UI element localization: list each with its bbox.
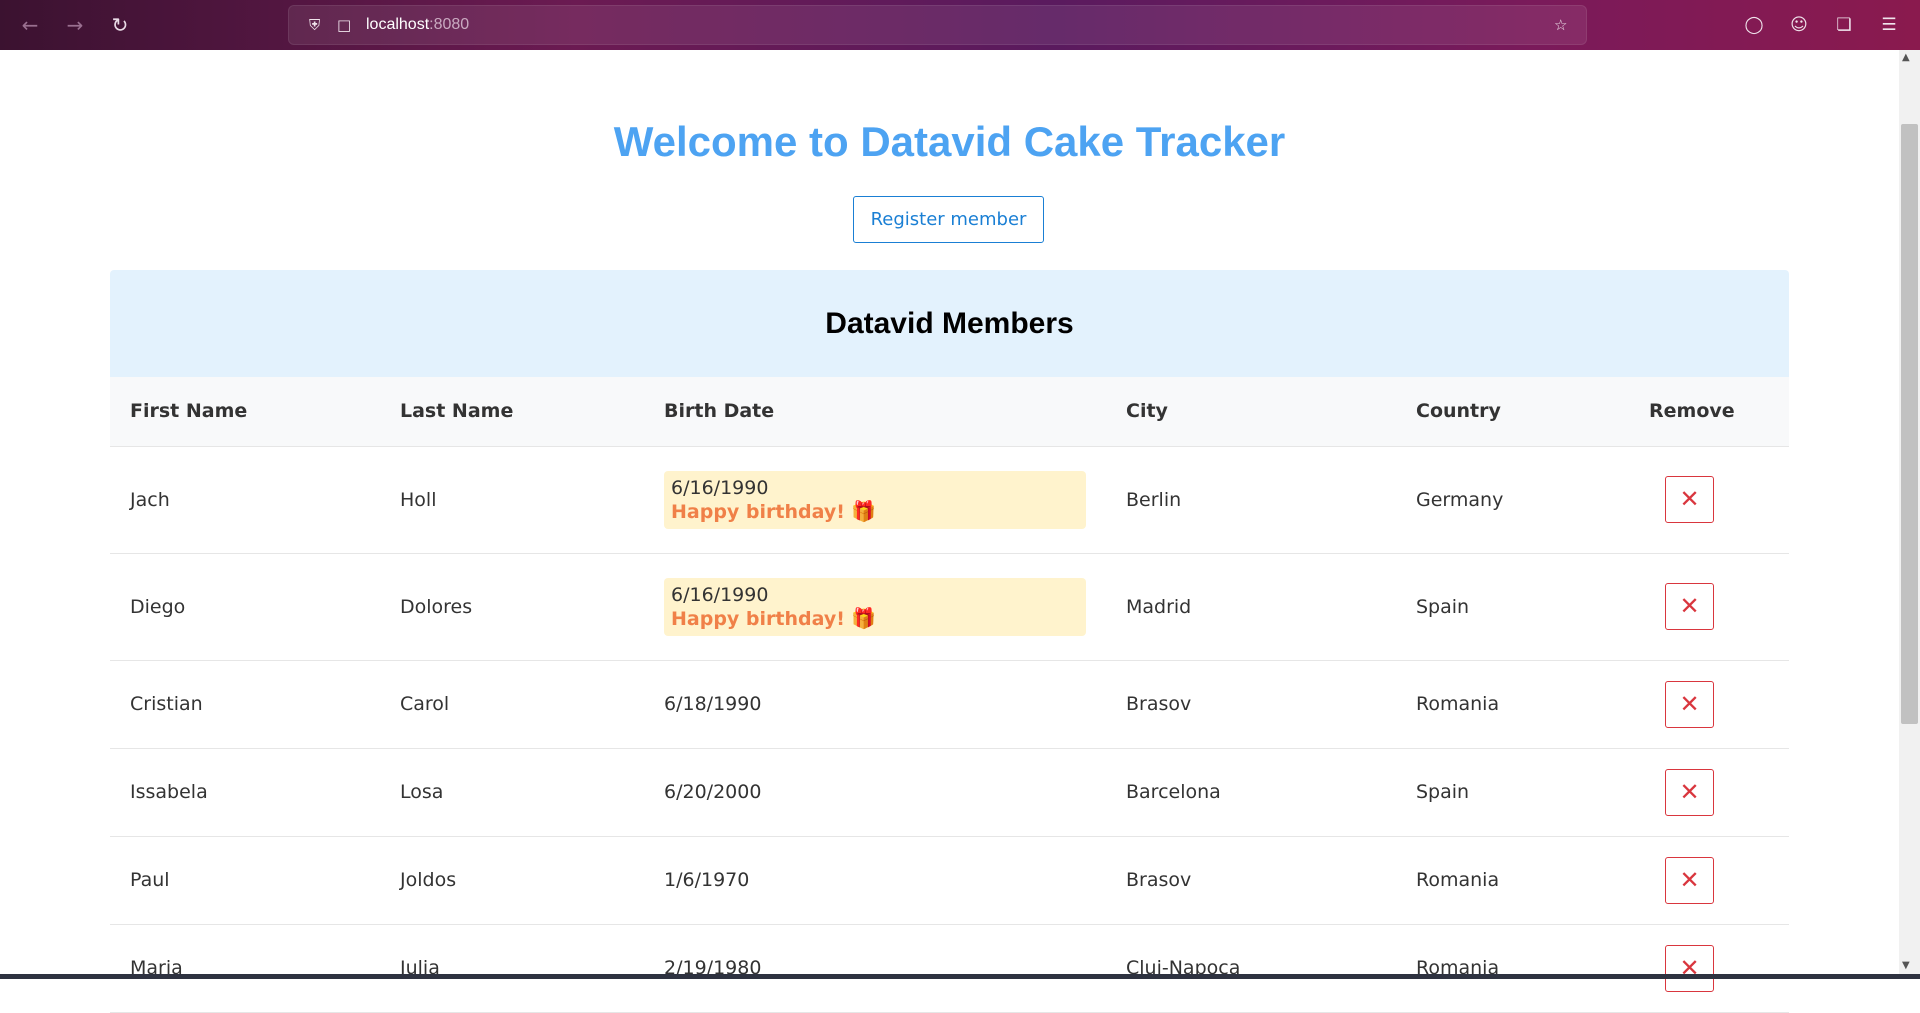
header-first-name: First Name (110, 377, 380, 447)
url-host: localhost (366, 16, 430, 33)
cell-remove: ✕ (1629, 446, 1789, 554)
cell-last-name: Julia (380, 924, 644, 1013)
remove-button[interactable]: ✕ (1665, 476, 1714, 523)
cell-first-name: Diego (110, 553, 380, 661)
close-icon: ✕ (1679, 866, 1700, 894)
cell-first-name: Issabela (110, 748, 380, 837)
extensions-icon[interactable]: ❏ (1831, 12, 1857, 38)
url-port: :8080 (429, 16, 470, 33)
reload-icon[interactable]: ↻ (105, 10, 135, 40)
cell-first-name: Paul (110, 836, 380, 925)
scrollbar-thumb[interactable] (1901, 124, 1918, 724)
cell-remove: ✕ (1629, 924, 1789, 1013)
remove-button[interactable]: ✕ (1665, 856, 1714, 904)
browser-toolbar: ← → ↻ ⛨ □ localhost:8080 ☆ ◯ ☺ ❏ ☰ (0, 0, 1920, 50)
cell-last-name: Carol (380, 660, 644, 749)
cell-city: Cluj-Napoca (1106, 924, 1396, 1013)
table-row: Cristian Carol 6/18/1990 Brasov Romania … (110, 660, 1789, 749)
cell-city: Madrid (1106, 553, 1396, 661)
shield-icon[interactable]: ⛨ (309, 16, 320, 34)
table-row: Jach Holl 6/16/1990 Happy birthday! 🎁 Be… (110, 446, 1789, 554)
header-birth-date: Birth Date (644, 377, 1106, 447)
table-row: Maria Julia 2/19/1980 Cluj-Napoca Romani… (110, 924, 1789, 1013)
birthday-message: Happy birthday! (671, 500, 845, 523)
bookmark-star-icon[interactable]: ☆ (1554, 16, 1567, 34)
header-last-name: Last Name (380, 377, 644, 447)
cell-country: Romania (1396, 836, 1629, 925)
table-row: Diego Dolores 6/16/1990 Happy birthday! … (110, 553, 1789, 661)
cell-country: Romania (1396, 660, 1629, 749)
cell-city: Berlin (1106, 446, 1396, 554)
scroll-down-arrow-icon[interactable]: ▼ (1902, 960, 1910, 971)
cell-city: Barcelona (1106, 748, 1396, 837)
birthday-highlight: 6/16/1990 Happy birthday! 🎁 (664, 470, 1086, 529)
back-arrow-icon[interactable]: ← (15, 10, 45, 40)
gift-icon: 🎁 (850, 605, 876, 630)
page-info-icon[interactable]: □ (337, 16, 351, 34)
members-section-header: Datavid Members (110, 270, 1789, 377)
cell-first-name: Jach (110, 446, 380, 554)
remove-button[interactable]: ✕ (1665, 944, 1714, 992)
cell-birth-date: 6/16/1990 Happy birthday! 🎁 (644, 446, 1106, 554)
gift-icon: 🎁 (850, 498, 876, 523)
close-icon: ✕ (1679, 778, 1700, 806)
table-row: Issabela Losa 6/20/2000 Barcelona Spain … (110, 748, 1789, 837)
header-city: City (1106, 377, 1396, 447)
cell-birth-date: 6/20/2000 (644, 748, 1106, 837)
remove-button[interactable]: ✕ (1665, 768, 1714, 816)
os-taskbar (0, 974, 1920, 979)
section-title: Datavid Members (825, 306, 1074, 340)
cell-last-name: Holl (380, 446, 644, 554)
cell-birth-date: 6/18/1990 (644, 660, 1106, 749)
cell-country: Spain (1396, 748, 1629, 837)
cell-remove: ✕ (1629, 836, 1789, 925)
cell-birth-date: 1/6/1970 (644, 836, 1106, 925)
members-table: First Name Last Name Birth Date City Cou… (110, 377, 1789, 1013)
header-remove: Remove (1629, 377, 1789, 447)
birth-date-value: 6/16/1990 (671, 476, 769, 499)
cell-country: Romania (1396, 924, 1629, 1013)
url-text[interactable]: localhost:8080 (366, 16, 469, 34)
birthday-message: Happy birthday! (671, 607, 845, 630)
close-icon: ✕ (1679, 690, 1700, 718)
account-icon[interactable]: ☺ (1786, 12, 1812, 38)
table-row: Paul Joldos 1/6/1970 Brasov Romania ✕ (110, 836, 1789, 925)
page-title: Welcome to Datavid Cake Tracker (613, 118, 1286, 165)
menu-icon[interactable]: ☰ (1876, 12, 1902, 38)
cell-city: Brasov (1106, 836, 1396, 925)
birthday-highlight: 6/16/1990 Happy birthday! 🎁 (664, 577, 1086, 636)
cell-first-name: Maria (110, 924, 380, 1013)
cell-birth-date: 2/19/1980 (644, 924, 1106, 1013)
scroll-up-arrow-icon[interactable]: ▲ (1902, 52, 1910, 63)
cell-remove: ✕ (1629, 660, 1789, 749)
cell-last-name: Joldos (380, 836, 644, 925)
cell-city: Brasov (1106, 660, 1396, 749)
header-country: Country (1396, 377, 1629, 447)
cell-remove: ✕ (1629, 553, 1789, 661)
cell-birth-date: 6/16/1990 Happy birthday! 🎁 (644, 553, 1106, 661)
cell-remove: ✕ (1629, 748, 1789, 837)
close-icon: ✕ (1679, 486, 1700, 513)
cell-country: Germany (1396, 446, 1629, 554)
register-member-button[interactable]: Register member (853, 196, 1044, 243)
cell-last-name: Dolores (380, 553, 644, 661)
birth-date-value: 6/16/1990 (671, 583, 769, 606)
remove-button[interactable]: ✕ (1665, 680, 1714, 728)
remove-button[interactable]: ✕ (1665, 583, 1714, 630)
table-header-row: First Name Last Name Birth Date City Cou… (110, 377, 1789, 447)
address-bar[interactable]: ⛨ □ localhost:8080 ☆ (288, 5, 1587, 45)
close-icon: ✕ (1679, 593, 1700, 620)
cell-country: Spain (1396, 553, 1629, 661)
cell-last-name: Losa (380, 748, 644, 837)
forward-arrow-icon[interactable]: → (60, 10, 90, 40)
cell-first-name: Cristian (110, 660, 380, 749)
pocket-icon[interactable]: ◯ (1741, 12, 1767, 38)
